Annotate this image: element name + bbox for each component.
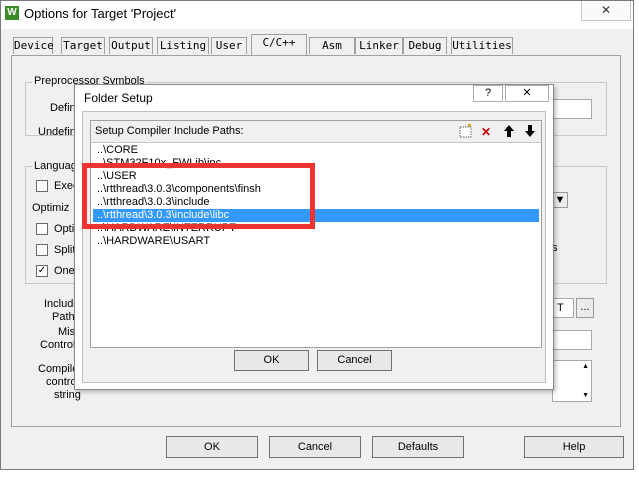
opti-checkbox[interactable] [36, 223, 48, 235]
dialog-close-button[interactable]: ✕ [505, 85, 549, 102]
path-item[interactable]: ..\rtthread\3.0.3\components\finsh [93, 183, 539, 196]
scroll-up-icon[interactable]: ▲ [582, 363, 589, 370]
path-item[interactable]: ..\CORE [93, 144, 539, 157]
tab-asm[interactable]: Asm [309, 37, 355, 54]
move-up-icon[interactable] [501, 124, 517, 140]
tab-user[interactable]: User [211, 37, 247, 54]
include-value-tail: T [557, 302, 564, 314]
tab-device[interactable]: Device [13, 37, 54, 54]
keil-app-icon: W [5, 6, 19, 20]
include-paths-listbox: Setup Compiler Include Paths: ✕ ..\CORE … [90, 120, 542, 348]
list-header-label: Setup Compiler Include Paths: [95, 125, 244, 137]
window-title: Options for Target 'Project' [24, 6, 177, 21]
misc-controls-field[interactable] [552, 330, 592, 350]
language-group-label: Languag [32, 160, 79, 172]
ok-button[interactable]: OK [166, 436, 258, 458]
one-checkbox[interactable]: ✓ [36, 265, 48, 277]
tab-linker[interactable]: Linker [355, 37, 403, 54]
path-item-selected[interactable]: ..\rtthread\3.0.3\include\libc [93, 209, 539, 222]
define-label: Defin [50, 102, 76, 114]
help-button[interactable]: Help [524, 436, 624, 458]
optimization-dropdown[interactable]: ▼ [552, 192, 568, 208]
include-browse-button[interactable]: ... [576, 298, 594, 318]
include-paths-field[interactable]: T [552, 298, 574, 318]
move-down-icon[interactable] [522, 124, 538, 140]
cancel-button[interactable]: Cancel [269, 436, 361, 458]
path-item[interactable]: ..\HARDWARE\USART [93, 235, 539, 248]
tab-utilities[interactable]: Utilities [451, 37, 513, 54]
tab-output[interactable]: Output [109, 37, 153, 54]
split-label: Split [54, 244, 76, 256]
split-checkbox[interactable] [36, 244, 48, 256]
tab-listing[interactable]: Listing [157, 37, 209, 54]
listbox-header: Setup Compiler Include Paths: ✕ [91, 121, 541, 143]
new-folder-icon[interactable] [458, 124, 474, 140]
undefine-label: Undefin [38, 126, 76, 138]
optimization-label: Optimiz [32, 202, 70, 214]
tab-target[interactable]: Target [61, 37, 105, 54]
dialog-ok-button[interactable]: OK [234, 350, 309, 371]
path-item[interactable]: ..\USER [93, 170, 539, 183]
compiler-label-3: string [54, 389, 81, 401]
path-item[interactable]: ..\STM32F10x_FWLib\inc [93, 157, 539, 170]
tab-debug[interactable]: Debug [403, 37, 447, 54]
path-item[interactable]: ..\HARDWARE\INTERRUPT [93, 222, 539, 235]
scroll-down-icon[interactable]: ▼ [582, 392, 589, 399]
title-bar: W Options for Target 'Project' ✕ [1, 1, 633, 29]
tab-c-cpp[interactable]: C/C++ [251, 34, 307, 55]
exec-checkbox[interactable] [36, 180, 48, 192]
define-field[interactable] [552, 99, 592, 119]
one-label: One [54, 265, 75, 277]
folder-setup-dialog: Folder Setup ? ✕ Setup Compiler Include … [74, 84, 554, 390]
path-list: ..\CORE ..\STM32F10x_FWLib\inc ..\USER .… [91, 144, 541, 347]
defaults-button[interactable]: Defaults [372, 436, 464, 458]
delete-icon[interactable]: ✕ [478, 124, 494, 140]
compiler-control-string[interactable]: ▲ ▼ [552, 360, 592, 402]
dialog-title: Folder Setup [84, 91, 153, 105]
dialog-help-button[interactable]: ? [473, 85, 503, 102]
path-item[interactable]: ..\rtthread\3.0.3\include [93, 196, 539, 209]
dialog-cancel-button[interactable]: Cancel [317, 350, 392, 371]
dialog-body: Setup Compiler Include Paths: ✕ ..\CORE … [82, 111, 546, 383]
window-close-button[interactable]: ✕ [581, 1, 631, 21]
